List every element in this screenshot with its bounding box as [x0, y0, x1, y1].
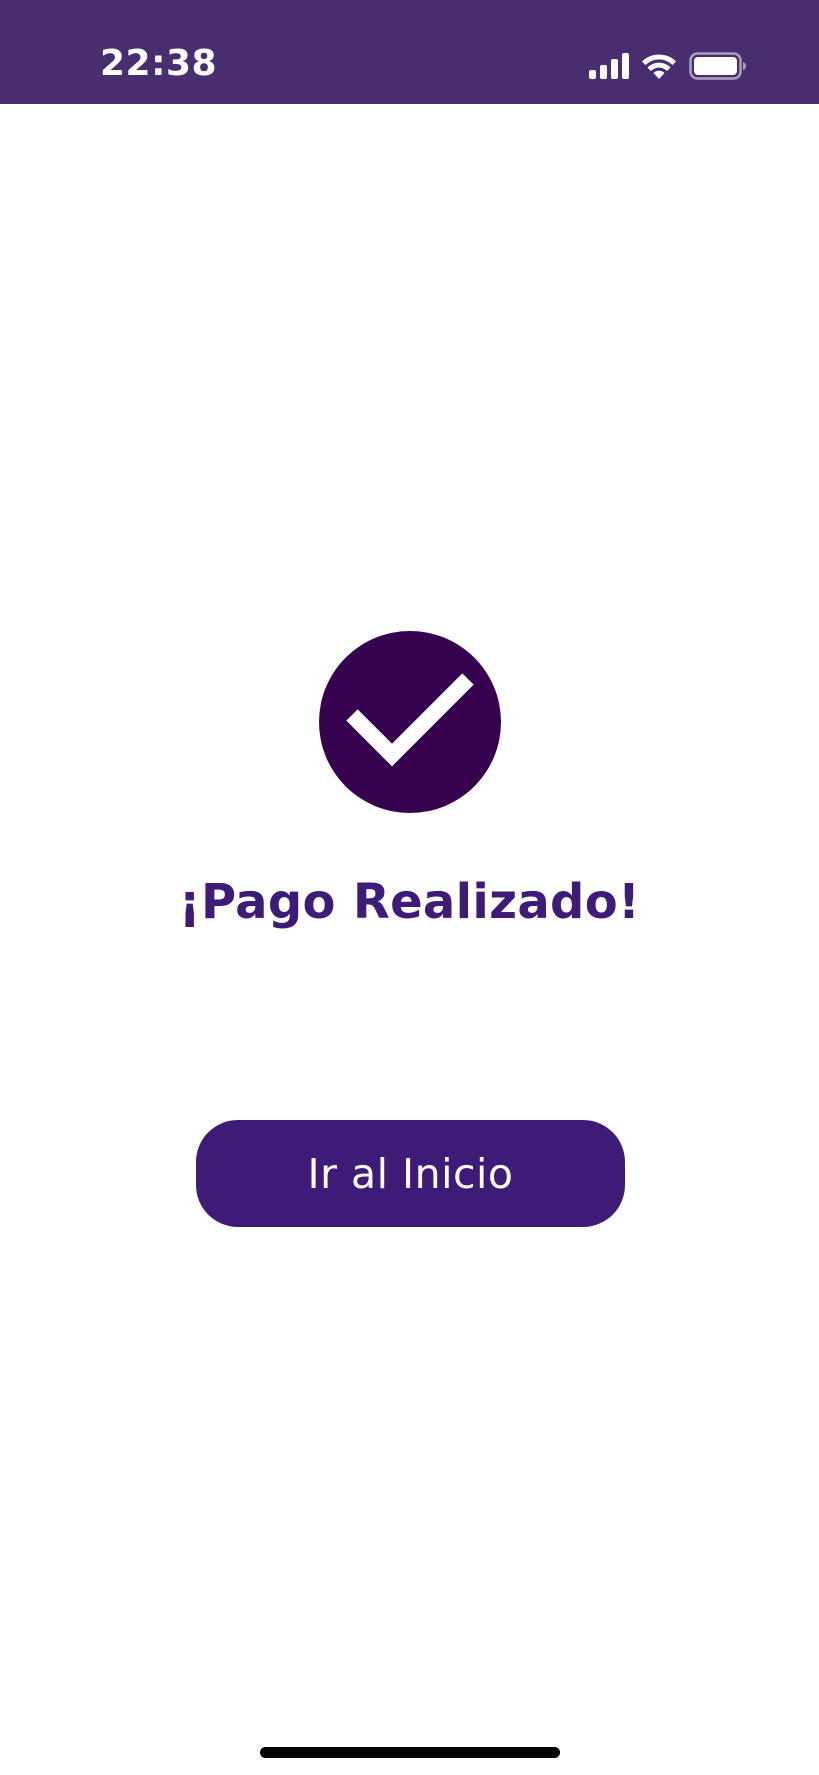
page-title: ¡Pago Realizado! [178, 874, 641, 930]
go-home-button[interactable]: Ir al Inicio [196, 1120, 625, 1227]
payment-success-screen: 22:38 ¡Pago Realizado! Ir al Inicio [0, 0, 819, 1775]
signal-icon [589, 53, 629, 79]
checkmark-circle-icon [319, 631, 501, 813]
status-icons [589, 50, 747, 82]
home-indicator [260, 1747, 560, 1758]
status-time: 22:38 [100, 43, 218, 84]
go-home-button-label: Ir al Inicio [307, 1149, 514, 1198]
wifi-icon [642, 54, 676, 79]
status-bar: 22:38 [0, 0, 819, 104]
battery-icon [689, 52, 746, 80]
